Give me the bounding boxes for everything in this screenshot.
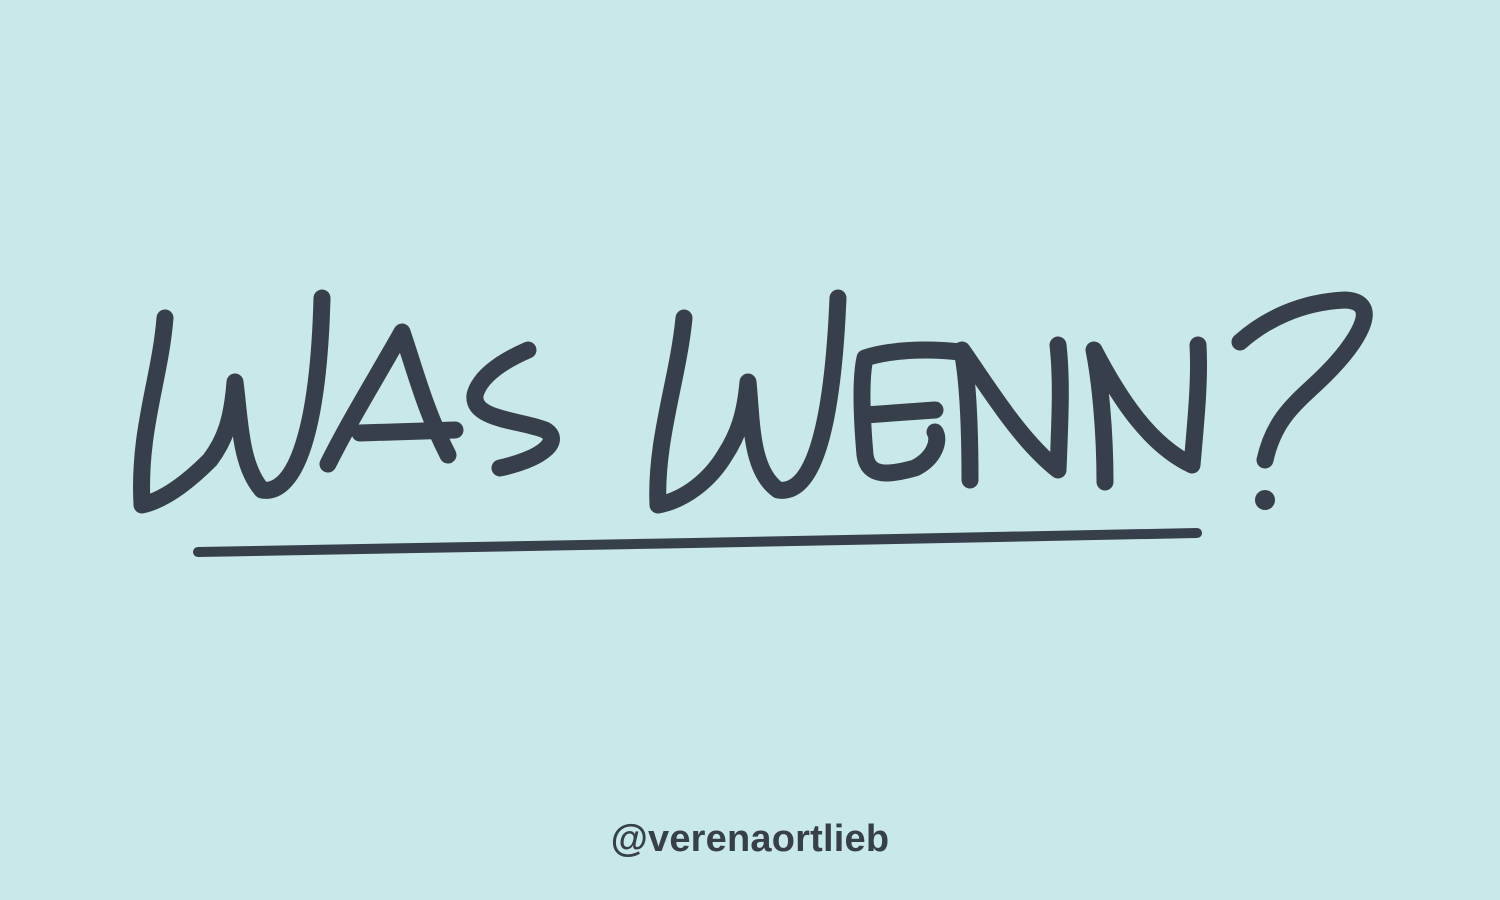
author-handle: @verenaortlieb — [610, 818, 890, 860]
letter-s-1 — [466, 341, 560, 477]
letter-a-1-bar — [351, 421, 464, 442]
question-mark — [1231, 291, 1373, 469]
graphic-canvas: Was Wenn? @verenaortlieb — [0, 0, 1500, 900]
letter-w-2 — [649, 289, 847, 514]
letter-e-bar — [856, 401, 944, 424]
headline-lettering — [133, 289, 1373, 557]
letter-n-2 — [1085, 336, 1208, 491]
letter-n-1 — [953, 336, 1069, 489]
letter-a-1 — [319, 323, 457, 473]
underline — [193, 528, 1202, 557]
question-mark-dot — [1255, 490, 1275, 510]
letter-w-1 — [133, 289, 331, 514]
